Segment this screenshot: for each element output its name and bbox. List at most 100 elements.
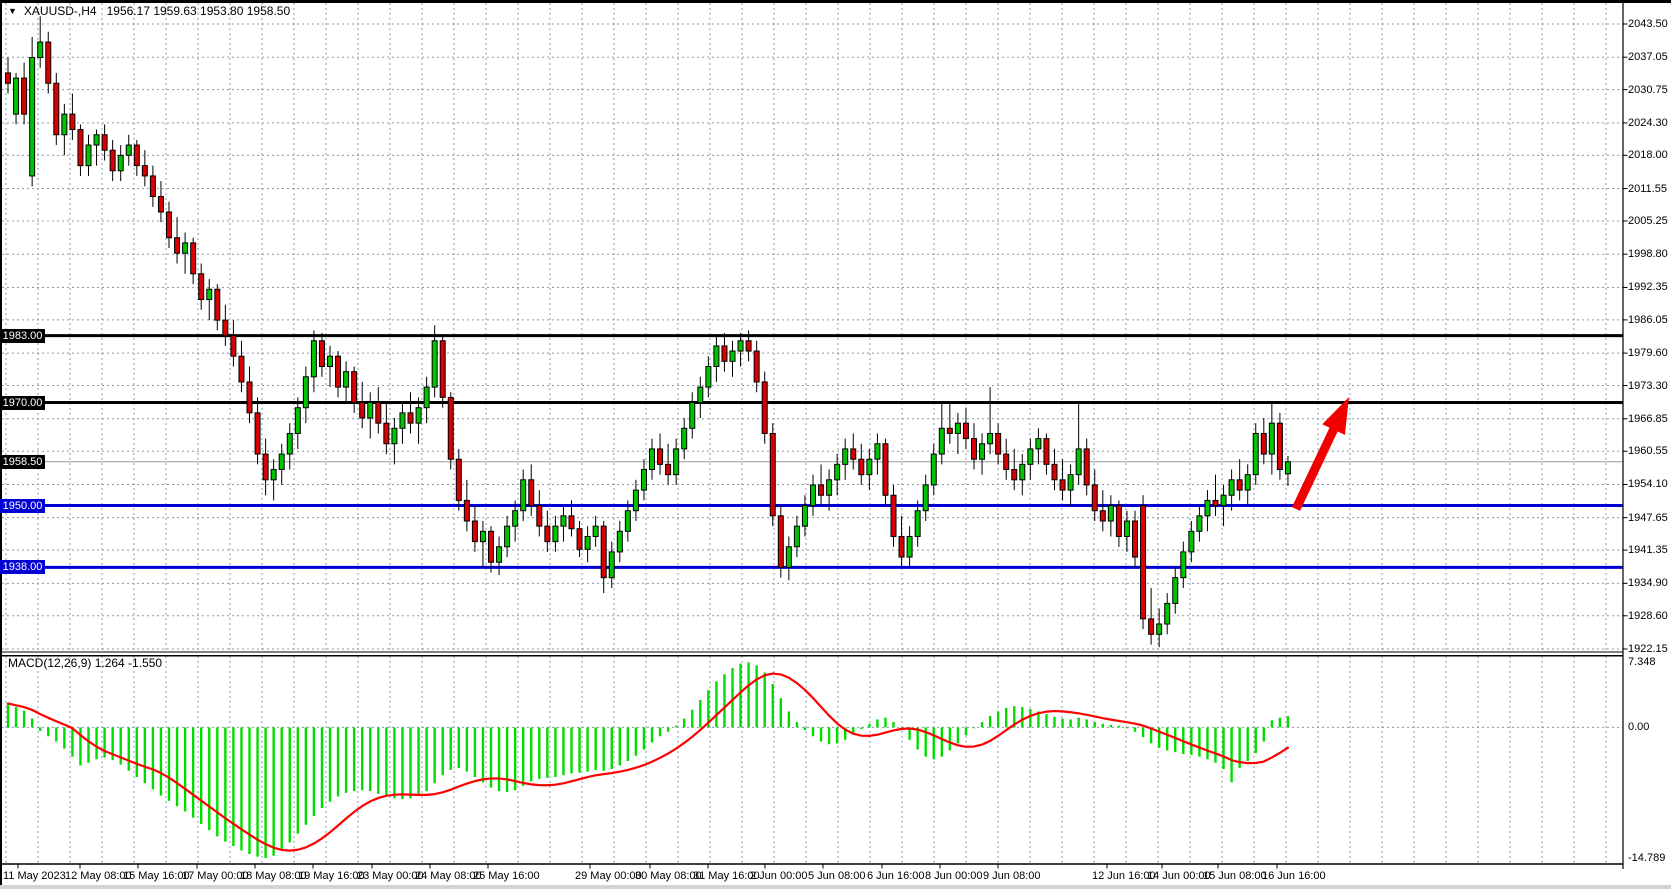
chevron-down-icon[interactable]: ▼ [8, 6, 17, 16]
candle-body [593, 526, 598, 536]
symbol-timeframe-label: XAUUSD-,H4 [24, 4, 97, 18]
candle-body [1197, 516, 1202, 531]
candle-body [1205, 500, 1210, 515]
candle-body [86, 145, 91, 166]
trend-arrow-shaft[interactable] [1296, 424, 1336, 509]
macd-signal-line [8, 674, 1288, 851]
time-axis-label: 12 May 08:00 [65, 869, 132, 883]
candle-body [464, 500, 469, 521]
candle-body [295, 408, 300, 434]
candle-body [1237, 480, 1242, 490]
candle-body [1116, 506, 1121, 537]
time-axis-label: 5 Jun 08:00 [808, 869, 866, 883]
candle-body [1141, 506, 1146, 619]
candle-body [271, 470, 276, 480]
time-axis-label: 19 May 16:00 [298, 869, 365, 883]
window-top-border [0, 0, 1671, 3]
candle-body [1253, 433, 1258, 474]
candle-body [1285, 462, 1290, 474]
candle-body [70, 114, 75, 129]
macd-axis-label: 7.348 [1628, 655, 1656, 669]
candle-body [376, 403, 381, 424]
candle-body [996, 433, 1001, 454]
candle-body [110, 150, 115, 171]
candle-body [1068, 475, 1073, 490]
candle-body [980, 444, 985, 459]
candle-body [352, 372, 357, 403]
candle-body [963, 423, 968, 438]
price-axis-label: 1934.90 [1628, 576, 1668, 590]
macd-indicator-label[interactable]: MACD(12,26,9) 1.264 -1.550 [8, 656, 162, 670]
chart-canvas[interactable] [0, 0, 1671, 889]
price-axis-label: 2011.55 [1628, 182, 1667, 196]
candle-body [344, 372, 349, 387]
candle-body [416, 408, 421, 423]
candle-body [448, 397, 453, 459]
price-axis-label: 2037.05 [1628, 50, 1668, 64]
candle-body [1269, 423, 1274, 454]
candle-body [1165, 603, 1170, 624]
candle-body [1133, 521, 1138, 557]
candle-body [336, 356, 341, 387]
candle-body [1261, 433, 1266, 454]
candle-body [1277, 423, 1282, 469]
price-axis-label: 1954.10 [1628, 477, 1668, 491]
candle-body [875, 444, 880, 459]
price-axis-label: 2030.75 [1628, 83, 1668, 97]
candle-body [972, 439, 977, 460]
candle-body [408, 413, 413, 423]
candle-body [1213, 500, 1218, 505]
time-axis-label: 16 Jun 16:00 [1262, 869, 1326, 883]
time-axis-label: 2 Jun 00:00 [750, 869, 808, 883]
candle-body [118, 155, 123, 170]
candle-body [658, 449, 663, 464]
candle-body [384, 423, 389, 444]
candle-body [569, 516, 574, 529]
candle-body [472, 521, 477, 542]
candle-body [802, 506, 807, 527]
price-level-badge: 1970.00 [0, 396, 45, 410]
candle-body [553, 526, 558, 541]
candle-body [617, 531, 622, 552]
candle-body [682, 428, 687, 449]
price-axis-label: 2043.50 [1628, 17, 1668, 31]
time-axis-label: 11 May 2023 [3, 869, 66, 883]
candle-body [489, 531, 494, 562]
candle-body [939, 428, 944, 454]
candle-body [38, 42, 43, 57]
candle-body [521, 480, 526, 511]
candle-body [319, 341, 324, 367]
candle-body [78, 130, 83, 166]
candle-body [311, 341, 316, 377]
candle-body [706, 367, 711, 388]
candle-body [762, 382, 767, 434]
time-axis-label: 15 Jun 08:00 [1203, 869, 1267, 883]
candle-body [400, 413, 405, 428]
candle-body [601, 526, 606, 578]
price-axis-label: 2024.30 [1628, 116, 1668, 130]
candle-body [988, 433, 993, 443]
candle-body [859, 459, 864, 474]
candle-body [690, 403, 695, 429]
price-axis-label: 2018.00 [1628, 148, 1668, 162]
candle-body [30, 57, 35, 175]
candle-body [62, 114, 67, 135]
ohlc-values: 1956.17 1959.63 1953.80 1958.50 [107, 4, 291, 18]
candle-body [1100, 511, 1105, 521]
time-axis-label: 25 May 16:00 [473, 869, 540, 883]
candle-body [545, 526, 550, 541]
candle-body [1028, 449, 1033, 464]
candle-body [1012, 470, 1017, 480]
candle-body [1157, 624, 1162, 634]
candle-body [778, 516, 783, 568]
candle-body [931, 454, 936, 485]
price-axis-label: 1986.05 [1628, 313, 1668, 327]
candle-body [14, 78, 19, 114]
candle-body [456, 459, 461, 500]
candle-body [279, 454, 284, 469]
candle-body [1004, 454, 1009, 469]
candle-body [94, 135, 99, 145]
time-axis-label: 24 May 08:00 [415, 869, 482, 883]
candle-body [907, 536, 912, 557]
candle-body [1108, 506, 1113, 521]
